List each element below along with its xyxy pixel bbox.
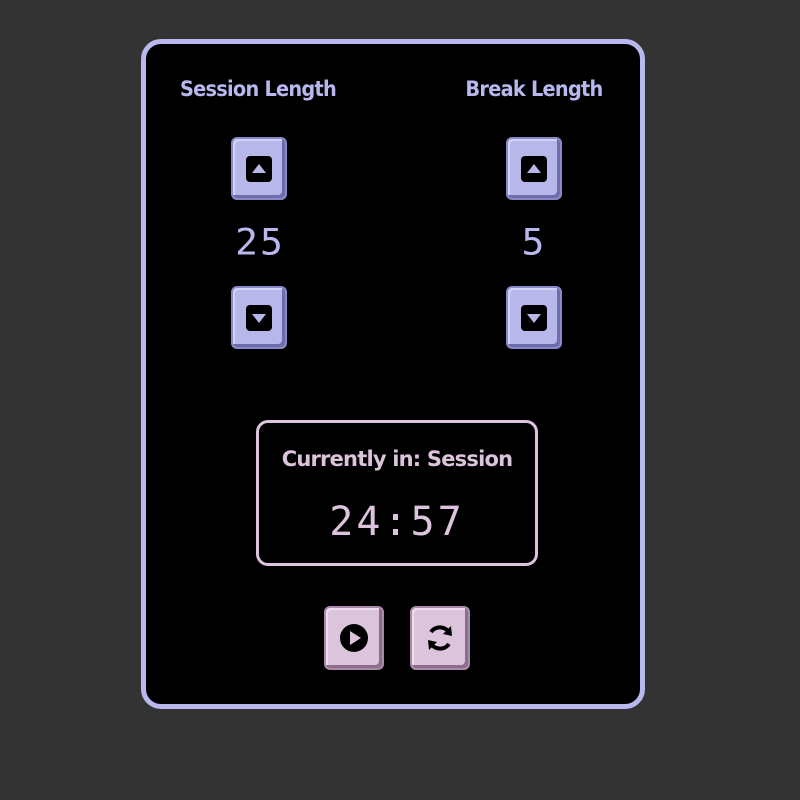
timer-display: Currently in: Session 24:57	[256, 420, 538, 566]
break-length-value: 5	[521, 221, 547, 263]
timer-label: Currently in: Session	[281, 447, 513, 471]
break-increment-button[interactable]	[506, 137, 562, 200]
caret-up-icon	[521, 155, 547, 182]
session-increment-button[interactable]	[231, 137, 287, 200]
break-length-label: Break Length	[465, 77, 603, 101]
caret-down-icon	[246, 304, 272, 331]
caret-down-icon	[521, 304, 547, 331]
reset-button[interactable]	[410, 606, 470, 670]
start-stop-button[interactable]	[324, 606, 384, 670]
session-length-label: Session Length	[179, 77, 337, 101]
caret-up-icon	[246, 155, 272, 182]
break-decrement-button[interactable]	[506, 286, 562, 349]
time-left: 24:57	[329, 499, 465, 545]
pomodoro-card	[141, 39, 645, 709]
refresh-icon	[428, 625, 452, 651]
session-decrement-button[interactable]	[231, 286, 287, 349]
play-circle-icon	[340, 624, 368, 652]
session-length-value: 25	[235, 221, 285, 263]
